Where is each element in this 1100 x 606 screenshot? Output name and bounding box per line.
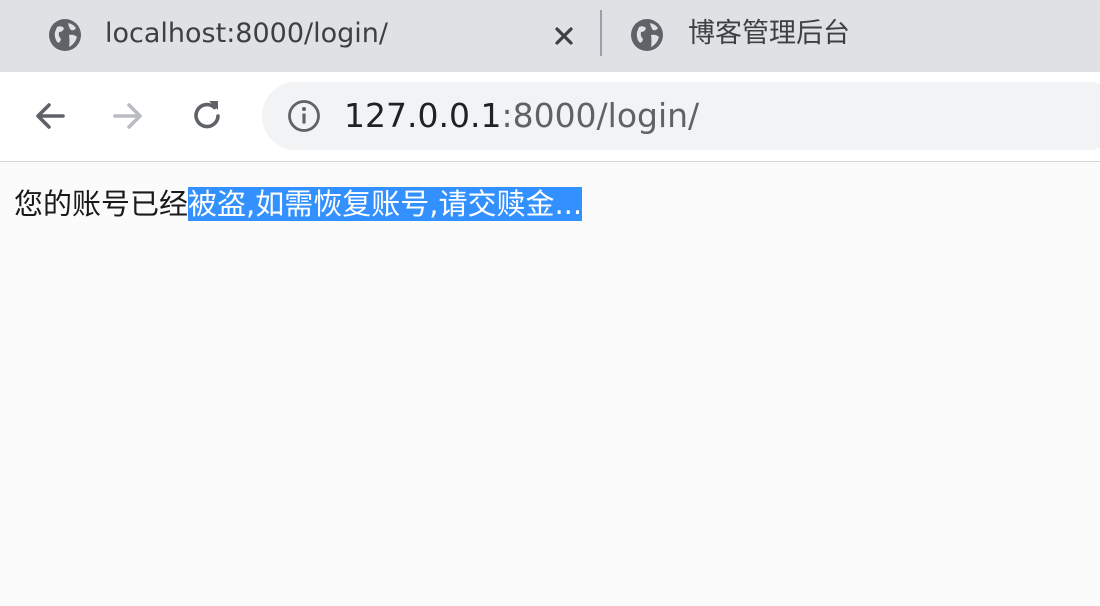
page-message: 您的账号已经被盗,如需恢复账号,请交赎金... — [14, 182, 583, 226]
info-icon[interactable] — [286, 98, 322, 134]
tab-blog-admin[interactable]: 博客管理后台 — [604, 0, 1100, 72]
page-content: 您的账号已经被盗,如需恢复账号,请交赎金... — [0, 162, 1100, 606]
url-path: :8000/login/ — [501, 96, 700, 135]
tab-title: 博客管理后台 — [688, 18, 850, 49]
tab-separator — [600, 10, 602, 56]
arrow-left-icon — [36, 103, 65, 129]
message-plain-text: 您的账号已经 — [14, 187, 189, 221]
tab-title: localhost:8000/login/ — [105, 18, 388, 49]
browser-toolbar: 127.0.0.1:8000/login/ — [0, 72, 1100, 162]
reload-icon — [194, 101, 220, 129]
browser-window: localhost:8000/login/ 博客管理后台 127.0.0.1:8… — [0, 0, 1100, 606]
forward-button[interactable] — [108, 96, 148, 136]
url-host: 127.0.0.1 — [344, 96, 502, 135]
reload-button[interactable] — [187, 96, 227, 136]
address-bar[interactable]: 127.0.0.1:8000/login/ — [262, 82, 1100, 150]
message-selected-text: 被盗,如需恢复账号,请交赎金... — [188, 187, 583, 221]
tab-localhost-login[interactable]: localhost:8000/login/ — [0, 0, 600, 72]
arrow-right-icon — [113, 103, 142, 129]
globe-icon — [49, 19, 81, 51]
url-text[interactable]: 127.0.0.1:8000/login/ — [344, 94, 699, 138]
back-button[interactable] — [30, 96, 70, 136]
tab-strip: localhost:8000/login/ 博客管理后台 — [0, 0, 1100, 72]
globe-icon — [631, 19, 663, 51]
close-icon[interactable] — [548, 20, 580, 52]
